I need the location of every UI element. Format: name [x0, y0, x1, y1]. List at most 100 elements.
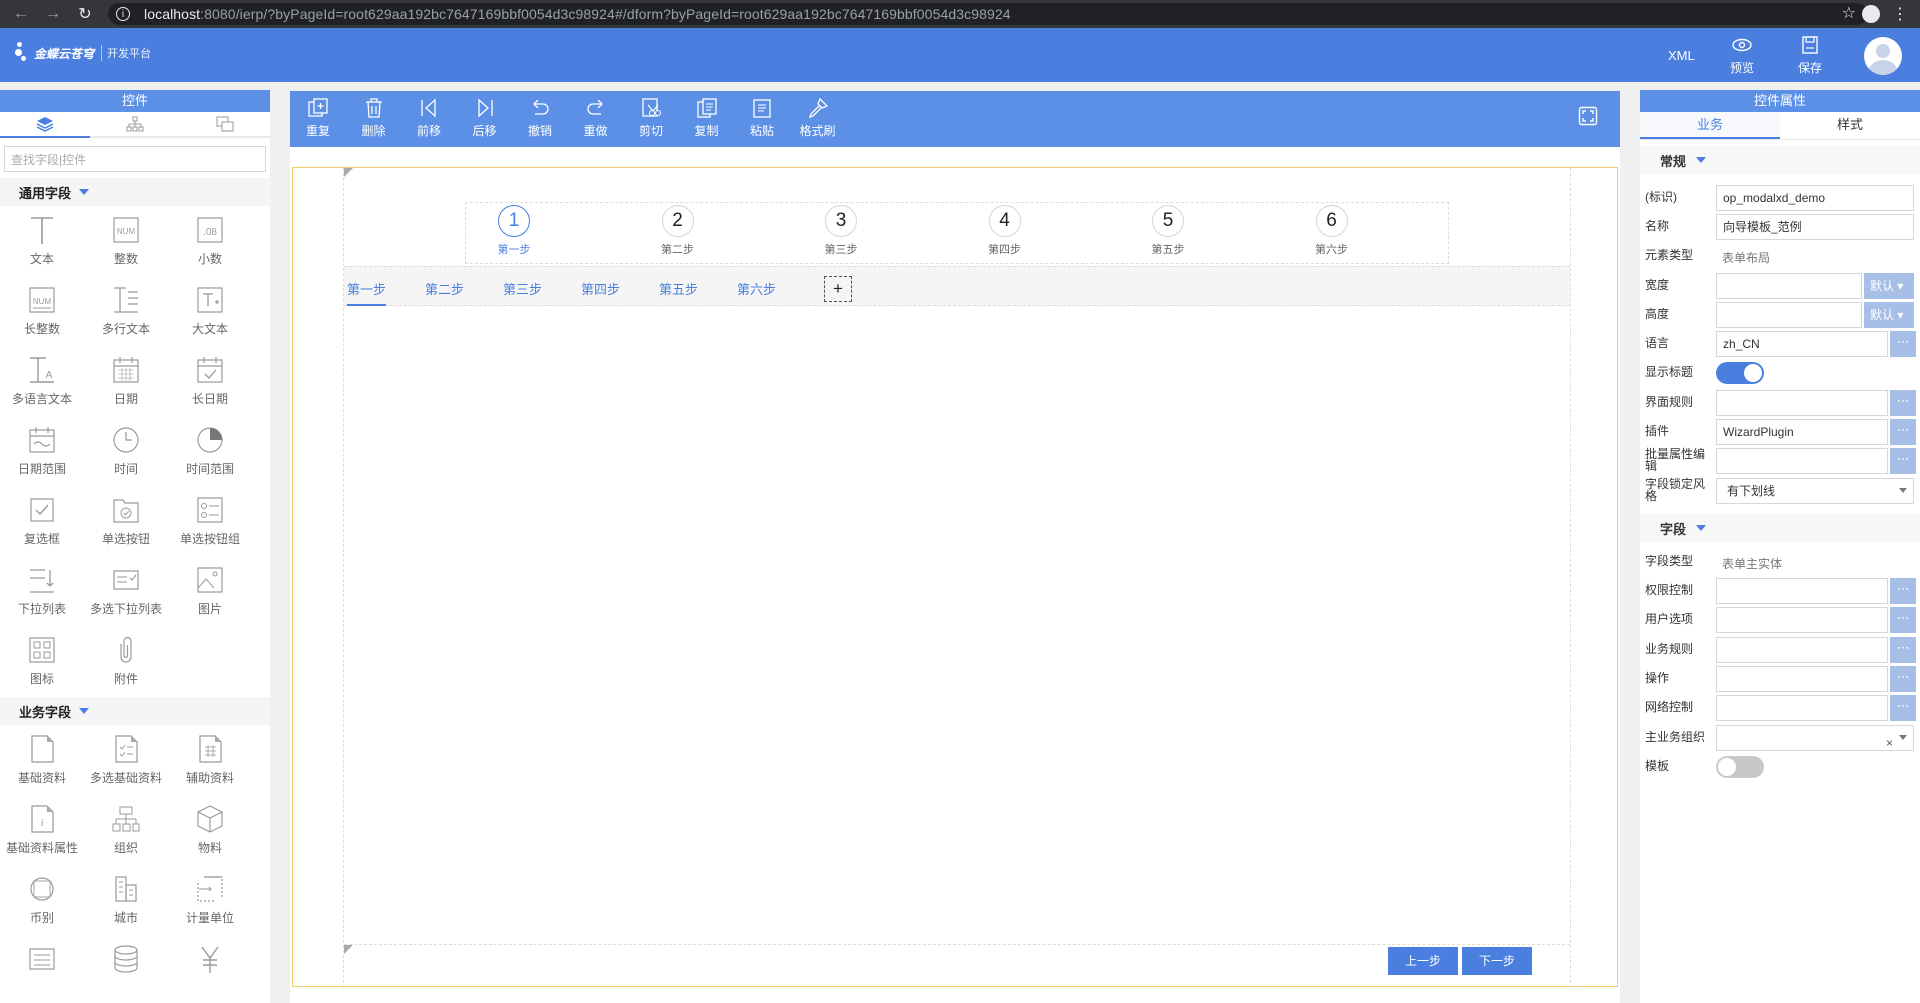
prev-step-button[interactable]: 上一步	[1388, 947, 1458, 975]
address-bar[interactable]: i localhost:8080/ierp/?byPageId=root629a…	[108, 3, 1868, 25]
ellipsis-button[interactable]: ⋯	[1890, 448, 1916, 474]
control-item[interactable]: 下拉列表	[0, 564, 84, 623]
control-item[interactable]: 多选下拉列表	[84, 564, 168, 623]
wizard-step[interactable]: 5 第五步	[1128, 205, 1208, 257]
design-canvas[interactable]: 1 第一步 2 第二步 3 第三步 4 第四步 5 第五步 6 第六步 + 第一步 第二步 第三步 第四步 第…	[292, 167, 1618, 988]
info-icon[interactable]: i	[116, 7, 130, 21]
wizard-step[interactable]: 6 第六步	[1292, 205, 1372, 257]
wizard-step[interactable]: 4 第四步	[965, 205, 1045, 257]
wizard-tab[interactable]: 第四步	[581, 279, 620, 298]
template-toggle[interactable]	[1716, 756, 1764, 778]
control-item[interactable]: 长日期	[168, 354, 252, 413]
control-item[interactable]: 单选按钮组	[168, 494, 252, 553]
control-item[interactable]: 组织	[84, 803, 168, 862]
key-input[interactable]: op_modalxd_demo	[1716, 185, 1914, 211]
user-options-input[interactable]	[1716, 607, 1888, 633]
control-item[interactable]: 计量单位	[168, 873, 252, 932]
control-search-input[interactable]: 查找字段|控件	[4, 146, 266, 172]
control-item[interactable]: 图标	[0, 634, 84, 693]
ellipsis-button[interactable]: ⋯	[1890, 331, 1916, 357]
ellipsis-button[interactable]: ⋯	[1890, 607, 1916, 633]
wizard-step[interactable]: 1 第一步	[474, 205, 554, 257]
toolbar-move-after-button[interactable]: 后移	[460, 97, 510, 139]
ellipsis-button[interactable]: ⋯	[1890, 390, 1916, 416]
tab-layers[interactable]	[0, 112, 90, 138]
operation-input[interactable]	[1716, 666, 1888, 692]
control-item[interactable]: 日期范围	[0, 424, 84, 483]
wizard-tab[interactable]: 第一步	[347, 279, 387, 306]
control-item[interactable]: 时间	[84, 424, 168, 483]
control-item[interactable]: 日期	[84, 354, 168, 413]
batch-edit-input[interactable]	[1716, 448, 1888, 474]
wizard-steps[interactable]: 1 第一步 2 第二步 3 第三步 4 第四步 5 第五步 6 第六步	[465, 202, 1449, 264]
control-item[interactable]: 辅助资料	[168, 733, 252, 792]
control-item[interactable]: 复选框	[0, 494, 84, 553]
toolbar-format-brush-button[interactable]: 格式刷	[793, 97, 843, 139]
control-item[interactable]: 单选按钮	[84, 494, 168, 553]
wizard-tab[interactable]: 第五步	[659, 279, 698, 298]
business-rule-input[interactable]	[1716, 637, 1888, 663]
permission-input[interactable]	[1716, 578, 1888, 604]
wizard-tab[interactable]: 第二步	[425, 279, 464, 298]
wizard-step[interactable]: 3 第三步	[801, 205, 881, 257]
control-item[interactable]: 文本	[0, 214, 84, 273]
control-item[interactable]: A 多语言文本	[0, 354, 84, 413]
network-control-input[interactable]	[1716, 695, 1888, 721]
ellipsis-button[interactable]: ⋯	[1890, 666, 1916, 692]
toolbar-paste-button[interactable]: 粘贴	[737, 97, 787, 139]
main-org-select[interactable]: ×	[1716, 725, 1914, 751]
tab-components[interactable]	[180, 112, 270, 136]
browser-menu-icon[interactable]: ⋮	[1892, 4, 1908, 24]
wizard-tab[interactable]: 第三步	[503, 279, 542, 298]
control-item[interactable]: i 基础资料属性	[0, 803, 84, 862]
control-item[interactable]	[0, 943, 84, 1002]
language-input[interactable]: zh_CN	[1716, 331, 1888, 357]
forward-icon[interactable]: →	[40, 0, 66, 28]
toolbar-copy-button[interactable]: 复制	[682, 97, 732, 139]
control-item[interactable]: 城市	[84, 873, 168, 932]
toolbar-undo-button[interactable]: 撤销	[515, 97, 565, 139]
add-tab-button[interactable]: +	[824, 276, 852, 302]
wizard-tab[interactable]: 第六步	[737, 279, 776, 298]
control-item[interactable]: 附件	[84, 634, 168, 693]
width-unit-select[interactable]: 默认 ▾	[1864, 273, 1914, 299]
section-general[interactable]: 常规	[1640, 146, 1920, 174]
toolbar-duplicate-button[interactable]: 重复	[293, 97, 343, 139]
control-item[interactable]: 多选基础资料	[84, 733, 168, 792]
profile-icon[interactable]	[1862, 5, 1880, 23]
tab-tree[interactable]	[90, 112, 180, 136]
bookmark-star-icon[interactable]: ☆	[1842, 3, 1856, 25]
control-item[interactable]: 时间范围	[168, 424, 252, 483]
section-field[interactable]: 字段	[1640, 514, 1920, 542]
toolbar-redo-button[interactable]: 重做	[571, 97, 621, 139]
name-input[interactable]: 向导模板_范例	[1716, 214, 1914, 240]
control-item[interactable]: 物料	[168, 803, 252, 862]
toolbar-move-before-button[interactable]: 前移	[404, 97, 454, 139]
control-item[interactable]: 币别	[0, 873, 84, 932]
group-common-fields[interactable]: 通用字段	[0, 178, 270, 206]
ellipsis-button[interactable]: ⋯	[1890, 419, 1916, 445]
xml-button[interactable]: XML	[1668, 48, 1695, 63]
control-item[interactable]	[168, 943, 252, 1002]
save-button[interactable]: 保存	[1790, 36, 1830, 76]
wizard-step[interactable]: 2 第二步	[638, 205, 718, 257]
control-item[interactable]: 基础资料	[0, 733, 84, 792]
reload-icon[interactable]: ↻	[72, 0, 98, 28]
tab-business[interactable]: 业务	[1640, 112, 1780, 139]
tab-style[interactable]: 样式	[1780, 112, 1920, 139]
preview-button[interactable]: 预览	[1722, 36, 1762, 76]
control-item[interactable]: NUM 整数	[84, 214, 168, 273]
ellipsis-button[interactable]: ⋯	[1890, 637, 1916, 663]
toolbar-cut-button[interactable]: 剪切	[626, 97, 676, 139]
control-item[interactable]: .08 小数	[168, 214, 252, 273]
form-layout[interactable]: 1 第一步 2 第二步 3 第三步 4 第四步 5 第五步 6 第六步 + 第一步 第二步 第三步 第四步 第…	[343, 168, 1571, 988]
control-item[interactable]: 大文本	[168, 284, 252, 343]
height-unit-select[interactable]: 默认 ▾	[1864, 302, 1914, 328]
control-item[interactable]: 多行文本	[84, 284, 168, 343]
control-item[interactable]	[84, 943, 168, 1002]
ellipsis-button[interactable]: ⋯	[1890, 578, 1916, 604]
height-input[interactable]	[1716, 302, 1862, 328]
avatar[interactable]	[1864, 37, 1902, 75]
plugin-input[interactable]: WizardPlugin	[1716, 419, 1888, 445]
ellipsis-button[interactable]: ⋯	[1890, 695, 1916, 721]
